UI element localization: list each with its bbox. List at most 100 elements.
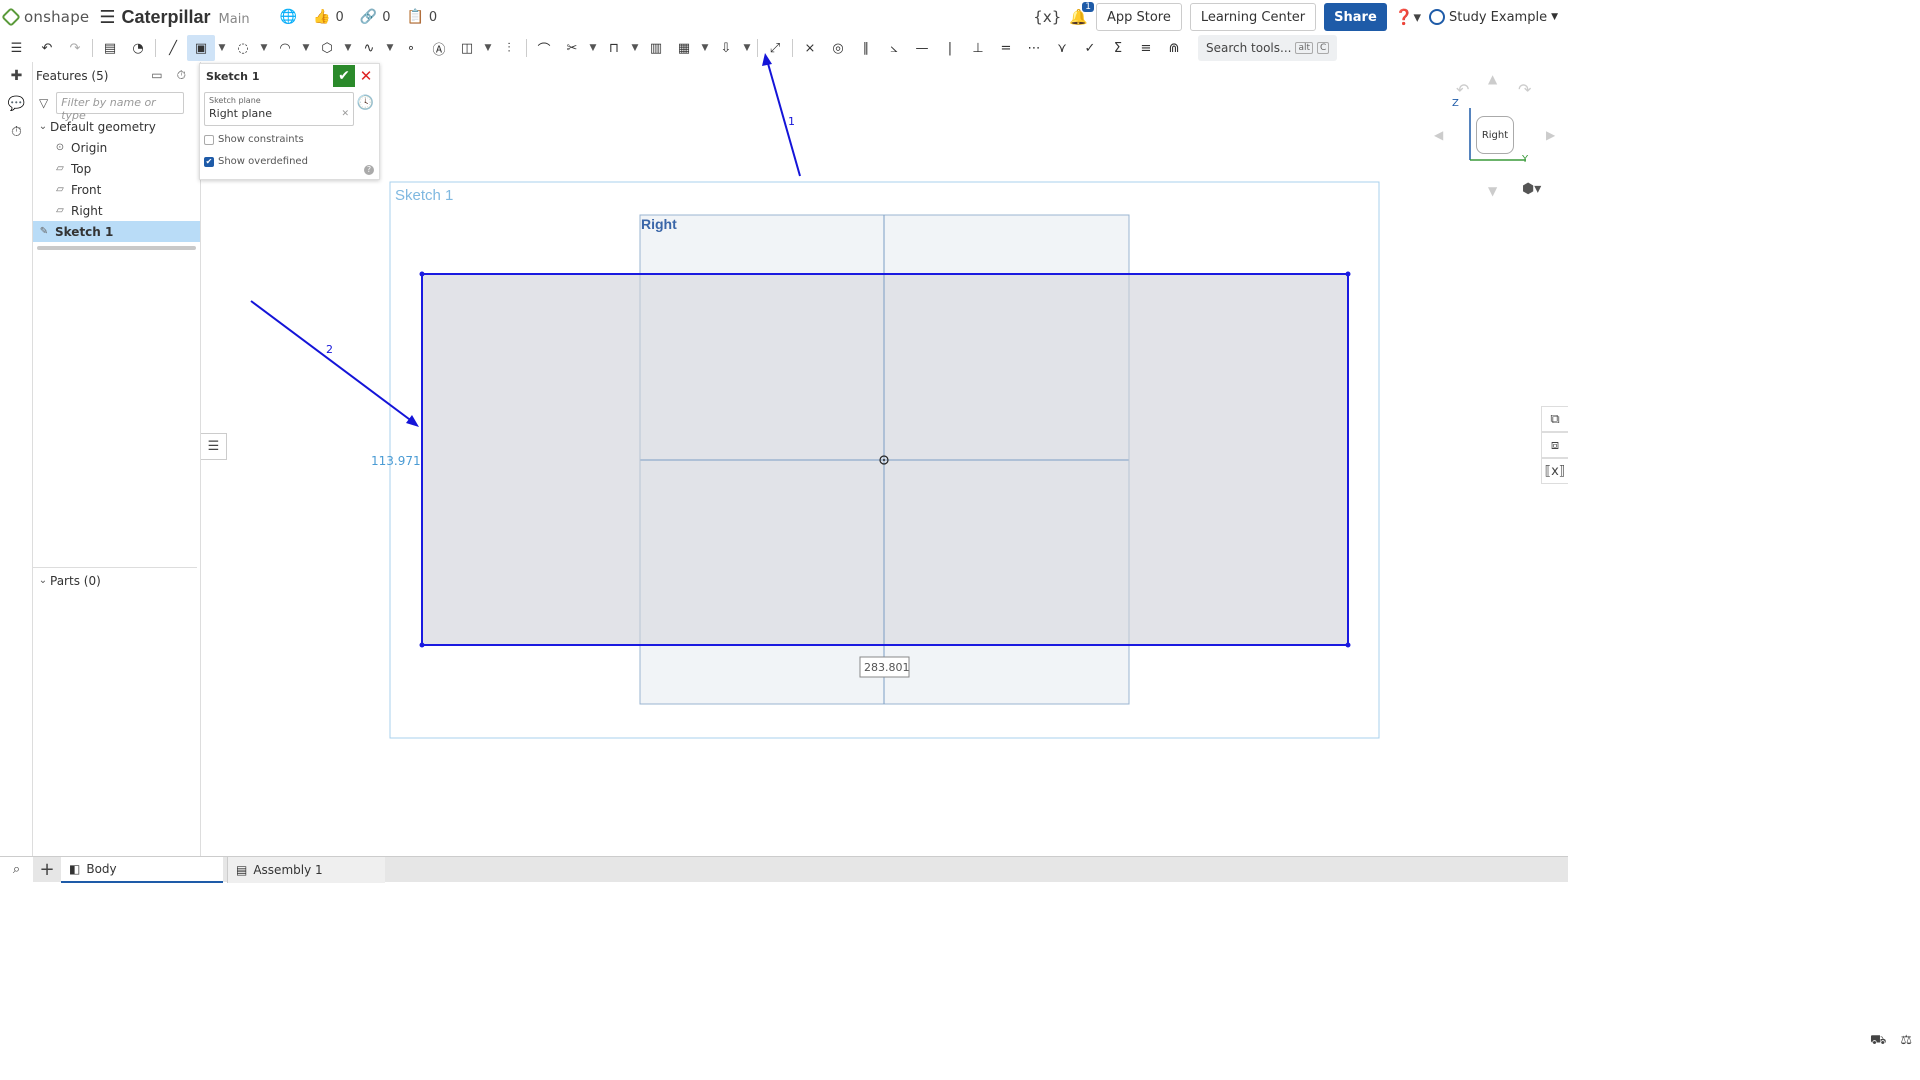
new-sketch-icon[interactable]: ▤ bbox=[96, 35, 124, 61]
add-folder-icon[interactable]: ▭ bbox=[151, 68, 162, 83]
equal-icon[interactable]: = bbox=[992, 35, 1020, 61]
polygon-tool-icon[interactable]: ⬡ bbox=[313, 35, 341, 61]
width-dimension[interactable]: 283.801 bbox=[864, 661, 910, 674]
cancel-close-icon[interactable]: ✕ bbox=[357, 65, 375, 87]
share-button[interactable]: Share bbox=[1324, 3, 1387, 31]
filter-icon[interactable]: ▽ bbox=[39, 96, 48, 110]
fix-icon[interactable]: ≡ bbox=[1132, 35, 1160, 61]
vertical-icon[interactable]: | bbox=[936, 35, 964, 61]
view-options-icon[interactable]: ⬢▾ bbox=[1522, 181, 1541, 197]
show-overdefined-option[interactable]: ✔ Show overdefined bbox=[204, 153, 379, 170]
appearance-panel-icon[interactable]: ⧉ bbox=[1541, 406, 1568, 432]
show-constraints-checkbox[interactable] bbox=[204, 134, 214, 145]
rectangle-tool-icon[interactable]: ▣ bbox=[187, 35, 215, 61]
filter-input[interactable]: Filter by name or type bbox=[56, 92, 185, 122]
sketch-dialog-title[interactable]: Sketch 1 bbox=[206, 70, 260, 83]
vertex-point[interactable] bbox=[1345, 642, 1351, 648]
rollback-timer-icon[interactable]: ⏱ bbox=[177, 68, 186, 83]
arc-tool-icon[interactable]: ◠ bbox=[271, 35, 299, 61]
app-store-button[interactable]: App Store bbox=[1095, 3, 1182, 31]
tree-item-origin[interactable]: ⊙ Origin bbox=[33, 137, 200, 158]
show-constraints-option[interactable]: Show constraints bbox=[204, 131, 379, 148]
point-tool-icon[interactable]: ∘ bbox=[397, 35, 425, 61]
offset-tool-icon[interactable]: ⊓ bbox=[600, 35, 628, 61]
tree-item-front[interactable]: ▱ Front bbox=[33, 179, 200, 200]
tree-item-top[interactable]: ▱ Top bbox=[33, 158, 200, 179]
height-dimension[interactable]: 113.971 bbox=[371, 454, 421, 468]
circle-tool-icon[interactable]: ◌ bbox=[229, 35, 257, 61]
circular-pattern-icon[interactable]: ▦ bbox=[670, 35, 698, 61]
coincident-icon[interactable]: ⨯ bbox=[796, 35, 824, 61]
sketch-plane-field[interactable]: Sketch plane Right plane ✕ bbox=[204, 92, 354, 126]
tangent-icon[interactable]: ⦣ bbox=[880, 35, 908, 61]
copies-button[interactable]: 📋 0 bbox=[406, 9, 437, 25]
rotate-up-arrow-icon[interactable]: ▲ bbox=[1488, 72, 1497, 86]
midpoint-icon[interactable]: ⋯ bbox=[1020, 35, 1048, 61]
view-cube-face-right[interactable]: Right bbox=[1476, 116, 1514, 154]
spline-tool-icon[interactable]: ∿ bbox=[355, 35, 383, 61]
add-tab-button[interactable]: + bbox=[33, 857, 61, 883]
onshape-logo[interactable]: onshape bbox=[1, 7, 89, 27]
trim-dropdown-icon[interactable]: ▼ bbox=[586, 35, 600, 61]
parts-folder[interactable]: ⌄ Parts (0) bbox=[33, 570, 101, 591]
user-menu[interactable]: Study Example ▼ bbox=[1429, 9, 1558, 25]
text-tool-icon[interactable]: Ⓐ bbox=[425, 35, 453, 61]
tab-body[interactable]: ◧ Body bbox=[61, 856, 223, 883]
concentric-icon[interactable]: ◎ bbox=[824, 35, 852, 61]
feature-list-icon[interactable]: ☰ bbox=[0, 35, 33, 61]
rotate-right-arrow-icon[interactable]: ▶ bbox=[1546, 128, 1555, 142]
clock-icon[interactable]: 🕓 bbox=[357, 95, 374, 111]
learning-center-button[interactable]: Learning Center bbox=[1189, 3, 1317, 31]
branch-name[interactable]: Main bbox=[219, 12, 250, 27]
construction-tool-icon[interactable]: ◫ bbox=[453, 35, 481, 61]
search-tools-input[interactable]: Search tools... alt C bbox=[1198, 35, 1338, 61]
hamburger-menu-icon[interactable]: ☰ bbox=[99, 7, 115, 28]
pattern-dropdown-icon[interactable]: ▼ bbox=[698, 35, 712, 61]
tree-item-sketch-1[interactable]: ✎ Sketch 1 bbox=[33, 221, 200, 242]
accept-check-icon[interactable]: ✔ bbox=[333, 65, 355, 87]
measure-tool-icon[interactable]: ⛟ bbox=[1870, 1033, 1886, 1050]
rotate-down-arrow-icon[interactable]: ▼ bbox=[1488, 184, 1497, 198]
spline-dropdown-icon[interactable]: ▼ bbox=[383, 35, 397, 61]
tree-item-right[interactable]: ▱ Right bbox=[33, 200, 200, 221]
curvature-icon[interactable]: ⋒ bbox=[1160, 35, 1188, 61]
vertex-point[interactable] bbox=[419, 271, 425, 277]
trim-tool-icon[interactable]: ✂ bbox=[558, 35, 586, 61]
likes-button[interactable]: 👍 0 bbox=[313, 9, 344, 25]
configurations-panel-icon[interactable]: ⧈ bbox=[1541, 432, 1568, 458]
history-icon[interactable]: ⏱ bbox=[0, 118, 33, 146]
symmetric-icon[interactable]: Σ bbox=[1104, 35, 1132, 61]
line-tool-icon[interactable]: ╱ bbox=[159, 35, 187, 61]
default-geometry-folder[interactable]: ⌄ Default geometry bbox=[33, 116, 200, 137]
perpendicular-icon[interactable]: ⊥ bbox=[964, 35, 992, 61]
import-dropdown-icon[interactable]: ▼ bbox=[740, 35, 754, 61]
parallel-icon[interactable]: ∥ bbox=[852, 35, 880, 61]
sketch-options-icon[interactable]: ◔ bbox=[124, 35, 152, 61]
variables-panel-icon[interactable]: ⟦x⟧ bbox=[1541, 458, 1568, 484]
tab-assembly-1[interactable]: ▤ Assembly 1 bbox=[227, 856, 385, 883]
rotate-left-arrow-icon[interactable]: ◀ bbox=[1434, 128, 1443, 142]
redo-icon[interactable]: ↷ bbox=[61, 35, 89, 61]
pierce-icon[interactable]: ✓ bbox=[1076, 35, 1104, 61]
mirror-tool-icon[interactable]: ⫶ bbox=[495, 35, 523, 61]
globe-icon[interactable]: 🌐 bbox=[280, 9, 297, 25]
notifications-button[interactable]: 🔔 1 bbox=[1069, 2, 1094, 26]
rotate-ccw-icon[interactable]: ↶ bbox=[1456, 80, 1469, 99]
add-feature-icon[interactable]: ✚ bbox=[0, 62, 33, 90]
vertex-point[interactable] bbox=[1345, 271, 1351, 277]
rectangle-dropdown-icon[interactable]: ▼ bbox=[215, 35, 229, 61]
normal-icon[interactable]: ⋎ bbox=[1048, 35, 1076, 61]
comments-icon[interactable]: 💬 bbox=[0, 90, 33, 118]
dxf-import-icon[interactable]: ⇩ bbox=[712, 35, 740, 61]
polygon-dropdown-icon[interactable]: ▼ bbox=[341, 35, 355, 61]
feature-list-scrollbar[interactable] bbox=[37, 246, 196, 250]
arc-dropdown-icon[interactable]: ▼ bbox=[299, 35, 313, 61]
circle-dropdown-icon[interactable]: ▼ bbox=[257, 35, 271, 61]
rotate-cw-icon[interactable]: ↷ bbox=[1518, 80, 1531, 99]
variables-icon[interactable]: {x} bbox=[1033, 8, 1061, 26]
mass-properties-icon[interactable]: ⚖ bbox=[1900, 1033, 1912, 1050]
undo-icon[interactable]: ↶ bbox=[33, 35, 61, 61]
horizontal-icon[interactable]: — bbox=[908, 35, 936, 61]
construction-dropdown-icon[interactable]: ▼ bbox=[481, 35, 495, 61]
fillet-tool-icon[interactable]: ⌒ bbox=[530, 35, 558, 61]
